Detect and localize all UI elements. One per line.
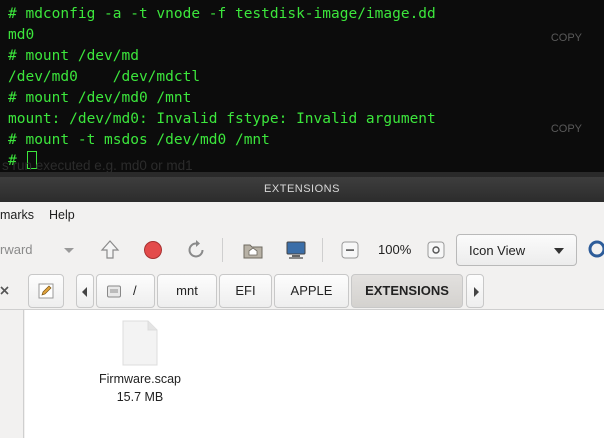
sidebar [0, 310, 24, 438]
crumb-root[interactable]: / [96, 274, 155, 308]
toolbar-separator [222, 238, 223, 262]
computer-icon[interactable] [283, 237, 309, 263]
path-bar: / mnt EFI APPLE EXTENSIONS [0, 274, 604, 310]
chevron-left-icon [82, 287, 87, 297]
file-view[interactable]: Firmware.scap 15.7 MB [25, 310, 604, 438]
search-icon[interactable] [586, 238, 604, 262]
overlay-caption: s run executed e.g. md0 or md1 [2, 158, 193, 173]
terminal-line: # mount /dev/md [8, 48, 139, 64]
reload-icon[interactable] [183, 237, 209, 263]
forward-button[interactable]: rward [0, 242, 33, 257]
toolbar: rward 100% Icon View [0, 226, 604, 274]
title-bar[interactable]: EXTENSIONS [0, 177, 604, 202]
crumb-efi[interactable]: EFI [219, 274, 272, 308]
window-title: EXTENSIONS [264, 183, 340, 195]
copy-label[interactable]: COPY [551, 123, 582, 135]
edit-location-button[interactable] [28, 274, 64, 308]
chevron-down-icon [554, 248, 564, 254]
path-scroll-left-button[interactable] [76, 274, 94, 308]
zoom-level: 100% [378, 242, 412, 257]
file-size: 15.7 MB [116, 390, 164, 404]
chevron-down-icon[interactable] [58, 239, 80, 261]
toolbar-separator [322, 238, 323, 262]
crumb-root-label: / [133, 283, 137, 298]
menu-help[interactable]: Help [49, 208, 75, 222]
crumb-apple[interactable]: APPLE [274, 274, 349, 308]
menu-bookmarks[interactable]: marks [0, 208, 34, 222]
document-icon [122, 320, 158, 366]
copy-label[interactable]: COPY [551, 32, 582, 44]
view-mode-label: Icon View [469, 243, 526, 258]
terminal-line: /dev/md0 /dev/mdctl [8, 69, 201, 85]
terminal-window[interactable]: # mdconfig -a -t vnode -f testdisk-image… [0, 0, 604, 177]
drive-icon [107, 285, 121, 298]
file-name: Firmware.scap [99, 372, 181, 386]
close-icon[interactable] [0, 284, 12, 298]
home-folder-icon[interactable] [240, 237, 266, 263]
menu-bar: marks Help [0, 202, 604, 226]
zoom-out-icon[interactable] [340, 240, 360, 260]
pencil-icon [38, 283, 54, 299]
view-mode-select[interactable]: Icon View [456, 234, 577, 266]
chevron-right-icon [474, 287, 479, 297]
file-item[interactable]: Firmware.scap 15.7 MB [75, 320, 205, 404]
up-arrow-icon[interactable] [97, 237, 123, 263]
terminal-line: # mdconfig -a -t vnode -f testdisk-image… [8, 6, 436, 22]
stop-icon[interactable] [140, 237, 166, 263]
path-scroll-right-button[interactable] [466, 274, 484, 308]
crumb-mnt[interactable]: mnt [157, 274, 217, 308]
file-manager-window: EXTENSIONS marks Help rward 100% Icon Vi… [0, 177, 604, 438]
zoom-in-icon[interactable] [426, 240, 446, 260]
terminal-line: md0 [8, 27, 35, 43]
terminal-line: # mount -t msdos /dev/md0 /mnt [8, 132, 270, 148]
crumb-extensions[interactable]: EXTENSIONS [351, 274, 463, 308]
terminal-line: mount: /dev/md0: Invalid fstype: Invalid… [8, 111, 436, 127]
terminal-line: # mount /dev/md0 /mnt [8, 90, 192, 106]
